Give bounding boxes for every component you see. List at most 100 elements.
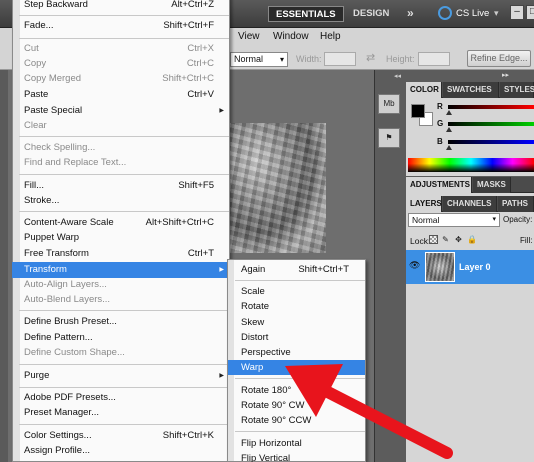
layer-name[interactable]: Layer 0 — [459, 262, 491, 272]
submenu-item-flip-horizontal[interactable]: Flip Horizontal — [228, 436, 365, 451]
menu-view[interactable]: View — [238, 31, 260, 42]
brush-icon[interactable]: ✎ — [441, 235, 450, 244]
menu-item-copy[interactable]: Copy Ctrl+C — [12, 56, 230, 72]
menu-item-cut[interactable]: Cut Ctrl+X — [12, 41, 230, 57]
collapse-panels-icon[interactable]: ▸▸ — [502, 71, 509, 80]
green-slider[interactable] — [448, 122, 534, 126]
lock-transparent-icon[interactable] — [429, 235, 438, 244]
menu-item-define-pattern[interactable]: Define Pattern... — [12, 330, 230, 346]
width-label: Width: — [296, 54, 322, 64]
style-mode-select[interactable]: Normal ▾ — [230, 52, 288, 67]
layer-thumbnail — [425, 252, 455, 282]
menu-separator — [19, 174, 229, 175]
opacity-label: Opacity: — [503, 215, 533, 224]
submenu-item-rotate-90-ccw[interactable]: Rotate 90° CCW — [228, 413, 365, 428]
chevron-down-icon: ▾ — [279, 55, 284, 64]
submenu-item-scale[interactable]: Scale — [228, 284, 365, 299]
submenu-item-distort[interactable]: Distort — [228, 330, 365, 345]
menu-item-check-spelling[interactable]: Check Spelling... — [12, 140, 230, 156]
menu-separator — [19, 310, 229, 311]
maximize-button[interactable]: □ — [526, 5, 534, 20]
tab-paths[interactable]: PATHS — [498, 196, 534, 212]
green-channel-label: G — [437, 119, 444, 128]
height-field[interactable] — [418, 52, 450, 66]
menu-item-paste-special[interactable]: Paste Special ▶ — [12, 103, 230, 119]
refine-edge-button[interactable]: Refine Edge... — [467, 50, 531, 67]
menu-item-adobe-pdf-presets[interactable]: Adobe PDF Presets... — [12, 390, 230, 406]
menu-item-paste[interactable]: Paste Ctrl+V — [12, 87, 230, 103]
menu-item-fade[interactable]: Fade... Shift+Ctrl+F — [12, 18, 230, 34]
submenu-item-rotate[interactable]: Rotate — [228, 299, 365, 314]
menu-separator — [235, 378, 365, 379]
tab-layers[interactable]: LAYERS — [406, 196, 442, 212]
blend-mode-select[interactable]: Normal ▾ — [408, 213, 500, 227]
cs-live-button[interactable]: CS Live — [456, 6, 489, 22]
submenu-item-flip-vertical[interactable]: Flip Vertical — [228, 451, 365, 462]
menu-item-copy-merged[interactable]: Copy Merged Shift+Ctrl+C — [12, 71, 230, 87]
menu-item-find-replace[interactable]: Find and Replace Text... — [12, 155, 230, 171]
histogram-panel-icon[interactable]: Mb — [378, 94, 400, 114]
height-label: Height: — [386, 54, 415, 64]
layers-panel-tabs: LAYERS CHANNELS PATHS — [406, 196, 534, 212]
submenu-arrow-icon: ▶ — [219, 267, 224, 273]
menu-item-auto-blend-layers[interactable]: Auto-Blend Layers... — [12, 292, 230, 308]
eye-icon[interactable]: 👁 — [409, 260, 420, 270]
tab-styles[interactable]: STYLES — [500, 82, 534, 98]
menu-separator — [19, 211, 229, 212]
cs-live-icon[interactable] — [438, 6, 452, 20]
more-workspaces-icon[interactable]: » — [400, 6, 421, 22]
menu-item-assign-profile[interactable]: Assign Profile... — [12, 443, 230, 459]
menu-item-puppet-warp[interactable]: Puppet Warp — [12, 230, 230, 246]
menu-item-preset-manager[interactable]: Preset Manager... — [12, 405, 230, 421]
blue-slider[interactable] — [448, 140, 534, 144]
submenu-item-warp[interactable]: Warp — [228, 360, 365, 375]
lock-icon[interactable]: 🔒 — [467, 235, 477, 244]
tab-masks[interactable]: MASKS — [473, 177, 511, 193]
menu-item-content-aware-scale[interactable]: Content-Aware Scale Alt+Shift+Ctrl+C — [12, 215, 230, 231]
menu-item-step-backward[interactable]: Step Backward Alt+Ctrl+Z — [12, 0, 230, 13]
submenu-item-perspective[interactable]: Perspective — [228, 345, 365, 360]
lock-label: Lock: — [410, 236, 431, 246]
history-panel-icon[interactable]: ⚑ — [378, 128, 400, 148]
workspace-design-button[interactable]: DESIGN — [346, 6, 396, 22]
menu-item-clear[interactable]: Clear — [12, 118, 230, 134]
red-slider-handle[interactable] — [446, 110, 452, 115]
blue-channel-label: B — [437, 137, 443, 146]
menu-help[interactable]: Help — [320, 31, 341, 42]
document-image[interactable] — [228, 123, 326, 253]
tab-color[interactable]: COLOR — [406, 82, 442, 98]
tab-channels[interactable]: CHANNELS — [443, 196, 497, 212]
adjustments-panel-tabs: ADJUSTMENTS MASKS — [406, 177, 534, 193]
swap-icon[interactable]: ⇄ — [366, 51, 375, 64]
workspace-essentials-button[interactable]: ESSENTIALS — [268, 6, 344, 22]
width-field[interactable] — [324, 52, 356, 66]
menu-item-color-settings[interactable]: Color Settings... Shift+Ctrl+K — [12, 428, 230, 444]
submenu-item-skew[interactable]: Skew — [228, 315, 365, 330]
tab-adjustments[interactable]: ADJUSTMENTS — [406, 177, 472, 193]
chevron-down-icon[interactable]: ▾ — [494, 5, 499, 21]
blue-slider-handle[interactable] — [446, 145, 452, 150]
red-channel-label: R — [437, 102, 443, 111]
green-slider-handle[interactable] — [446, 127, 452, 132]
move-icon[interactable]: ✥ — [454, 235, 463, 244]
menu-item-define-brush-preset[interactable]: Define Brush Preset... — [12, 314, 230, 330]
menu-item-stroke[interactable]: Stroke... — [12, 193, 230, 209]
menu-item-define-custom-shape[interactable]: Define Custom Shape... — [12, 345, 230, 361]
menu-separator — [19, 15, 229, 16]
menu-item-fill[interactable]: Fill... Shift+F5 — [12, 178, 230, 194]
submenu-item-again[interactable]: Again Shift+Ctrl+T — [228, 262, 365, 277]
red-slider[interactable] — [448, 105, 534, 109]
color-spectrum-ramp[interactable] — [408, 158, 534, 172]
submenu-item-rotate-180[interactable]: Rotate 180° — [228, 383, 365, 398]
tab-swatches[interactable]: SWATCHES — [443, 82, 499, 98]
menu-item-purge[interactable]: Purge ▶ — [12, 368, 230, 384]
submenu-arrow-icon: ▶ — [219, 373, 224, 379]
foreground-color-swatch[interactable] — [411, 104, 425, 118]
menu-item-transform[interactable]: Transform ▶ — [12, 262, 230, 278]
submenu-item-rotate-90-cw[interactable]: Rotate 90° CW — [228, 398, 365, 413]
menu-item-free-transform[interactable]: Free Transform Ctrl+T — [12, 246, 230, 262]
expand-dock-icon[interactable]: ◂◂ — [394, 72, 401, 80]
menu-item-auto-align-layers[interactable]: Auto-Align Layers... — [12, 277, 230, 293]
minimize-button[interactable]: – — [510, 5, 524, 20]
menu-window[interactable]: Window — [273, 31, 309, 42]
